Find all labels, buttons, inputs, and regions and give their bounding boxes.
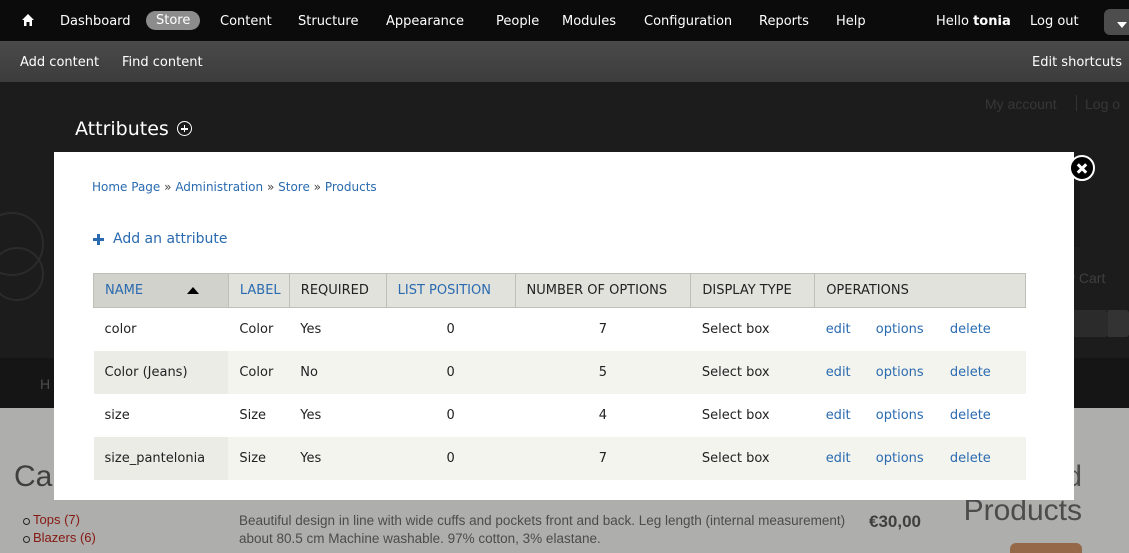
add-shortcut-icon[interactable] xyxy=(176,121,192,136)
options-link[interactable]: options xyxy=(876,451,924,466)
cell-required: Yes xyxy=(289,394,387,437)
cell-name: size xyxy=(93,394,229,437)
cell-label: Size xyxy=(228,437,290,480)
options-link[interactable]: options xyxy=(876,365,924,380)
cell-label: Color xyxy=(228,307,290,351)
shortcut-find-content[interactable]: Find content xyxy=(122,55,203,71)
cell-list-position: 0 xyxy=(386,307,515,351)
header-number-of-options: NUMBER OF OPTIONS xyxy=(515,273,692,308)
cell-label: Size xyxy=(228,394,290,437)
breadcrumb-products[interactable]: Products xyxy=(325,180,377,194)
user-greeting: Hello tonia xyxy=(936,14,1011,29)
overlay-dialog: Home Page » Administration » Store » Pro… xyxy=(54,152,1074,500)
admin-toolbar: Dashboard Store Content Structure Appear… xyxy=(0,0,1129,82)
overlay-title: Attributes xyxy=(75,118,192,140)
delete-link[interactable]: delete xyxy=(950,408,991,423)
cell-operations: edit options delete xyxy=(814,394,1026,437)
options-link[interactable]: options xyxy=(876,408,924,423)
shortcuts-toggle[interactable] xyxy=(1104,9,1129,35)
cell-list-position: 0 xyxy=(386,437,515,480)
edit-link[interactable]: edit xyxy=(826,365,851,380)
breadcrumb-home[interactable]: Home Page xyxy=(92,180,160,194)
home-icon[interactable] xyxy=(21,13,35,27)
breadcrumb-store[interactable]: Store xyxy=(278,180,310,194)
logout-link[interactable]: Log out xyxy=(1030,12,1079,31)
edit-link[interactable]: edit xyxy=(826,322,851,337)
menu-help[interactable]: Help xyxy=(836,12,866,31)
cell-label: Color xyxy=(228,351,290,394)
plus-icon xyxy=(93,234,104,245)
table-row: Color (Jeans) Color No 0 5 Select box ed… xyxy=(93,351,1026,394)
menu-configuration[interactable]: Configuration xyxy=(644,12,732,31)
menu-appearance[interactable]: Appearance xyxy=(386,12,464,31)
menu-structure[interactable]: Structure xyxy=(298,12,358,31)
menu-reports[interactable]: Reports xyxy=(759,12,809,31)
delete-link[interactable]: delete xyxy=(950,322,991,337)
table-row: size_pantelonia Size Yes 0 7 Select box … xyxy=(93,437,1026,480)
delete-link[interactable]: delete xyxy=(950,451,991,466)
menu-dashboard[interactable]: Dashboard xyxy=(60,12,131,31)
edit-shortcuts-link[interactable]: Edit shortcuts xyxy=(1032,55,1122,71)
sort-ascending-icon xyxy=(187,287,200,294)
close-icon[interactable] xyxy=(1069,155,1095,181)
menu-content[interactable]: Content xyxy=(220,12,272,31)
cell-required: No xyxy=(289,351,387,394)
header-name[interactable]: NAME xyxy=(93,273,229,308)
table-row: color Color Yes 0 7 Select box edit opti… xyxy=(93,307,1026,351)
cell-options: 4 xyxy=(515,394,691,437)
cell-list-position: 0 xyxy=(386,351,515,394)
cell-operations: edit options delete xyxy=(814,307,1026,351)
cell-options: 5 xyxy=(515,351,691,394)
cell-operations: edit options delete xyxy=(814,351,1026,394)
options-link[interactable]: options xyxy=(876,322,924,337)
cell-display-type: Select box xyxy=(690,394,815,437)
username-link[interactable]: tonia xyxy=(973,14,1011,29)
cell-name: color xyxy=(93,307,229,351)
add-attribute-label: Add an attribute xyxy=(113,231,228,247)
edit-link[interactable]: edit xyxy=(826,451,851,466)
cell-name: Color (Jeans) xyxy=(93,351,229,394)
cell-options: 7 xyxy=(515,437,691,480)
cell-display-type: Select box xyxy=(690,437,815,480)
shortcuts-bar: Add content Find content Edit shortcuts xyxy=(0,41,1129,82)
toolbar-menu: Dashboard Store Content Structure Appear… xyxy=(0,0,1129,41)
header-required: REQUIRED xyxy=(289,273,387,308)
table-header-row: NAME LABEL REQUIRED LIST POSITION NUMBER… xyxy=(93,273,1026,308)
breadcrumb-administration[interactable]: Administration xyxy=(175,180,263,194)
cell-required: Yes xyxy=(289,307,387,351)
cell-display-type: Select box xyxy=(690,351,815,394)
attributes-table: NAME LABEL REQUIRED LIST POSITION NUMBER… xyxy=(93,273,1026,480)
header-operations: OPERATIONS xyxy=(814,273,1026,308)
header-label[interactable]: LABEL xyxy=(228,273,290,308)
shortcut-add-content[interactable]: Add content xyxy=(20,55,99,71)
chevron-down-icon xyxy=(1117,22,1127,28)
cell-required: Yes xyxy=(289,437,387,480)
page-title: Attributes xyxy=(75,118,169,140)
edit-link[interactable]: edit xyxy=(826,408,851,423)
breadcrumb: Home Page » Administration » Store » Pro… xyxy=(92,180,377,194)
menu-store[interactable]: Store xyxy=(146,11,201,30)
header-list-position[interactable]: LIST POSITION xyxy=(386,273,516,308)
menu-people[interactable]: People xyxy=(496,12,539,31)
cell-name: size_pantelonia xyxy=(93,437,229,480)
add-attribute-link[interactable]: Add an attribute xyxy=(93,231,228,247)
cell-list-position: 0 xyxy=(386,394,515,437)
cell-display-type: Select box xyxy=(690,307,815,351)
cell-operations: edit options delete xyxy=(814,437,1026,480)
menu-modules[interactable]: Modules xyxy=(562,12,616,31)
cell-options: 7 xyxy=(515,307,691,351)
delete-link[interactable]: delete xyxy=(950,365,991,380)
table-row: size Size Yes 0 4 Select box edit option… xyxy=(93,394,1026,437)
header-display-type: DISPLAY TYPE xyxy=(690,273,816,308)
